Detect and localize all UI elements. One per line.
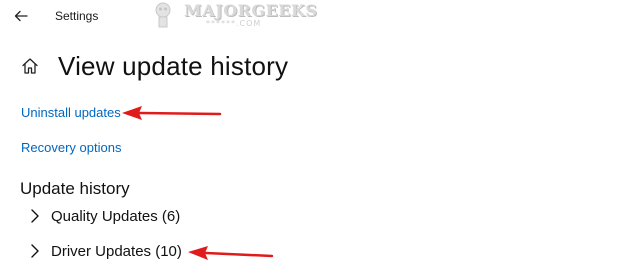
chevron-right-icon <box>28 243 42 259</box>
watermark-subtext: ******.COM <box>206 19 262 28</box>
recovery-options-link[interactable]: Recovery options <box>21 140 121 155</box>
watermark-text: MAJORGEEKS <box>184 1 318 20</box>
annotation-arrow-uninstall <box>122 106 222 120</box>
update-history-heading: Update history <box>20 179 130 198</box>
back-arrow-icon <box>14 10 28 22</box>
quality-updates-item[interactable]: Quality Updates (6) <box>28 204 180 228</box>
majorgeeks-logo <box>155 2 171 28</box>
chevron-right-icon <box>28 208 42 224</box>
page-title: View update history <box>58 50 289 81</box>
app-title: Settings <box>55 9 99 23</box>
back-button[interactable] <box>6 4 36 28</box>
page-header: View update history <box>18 48 288 84</box>
home-button[interactable] <box>18 54 42 78</box>
driver-updates-item[interactable]: Driver Updates (10) <box>28 239 182 263</box>
annotation-arrow-driver <box>188 246 274 260</box>
majorgeeks-watermark: MAJORGEEKS ******.COM <box>140 0 317 32</box>
home-icon <box>22 58 38 74</box>
title-bar: Settings MAJORGEEKS ******.COM <box>0 0 640 34</box>
driver-updates-label: Driver Updates (10) <box>51 242 182 260</box>
quality-updates-label: Quality Updates (6) <box>51 207 181 225</box>
uninstall-updates-link[interactable]: Uninstall updates <box>21 105 121 120</box>
